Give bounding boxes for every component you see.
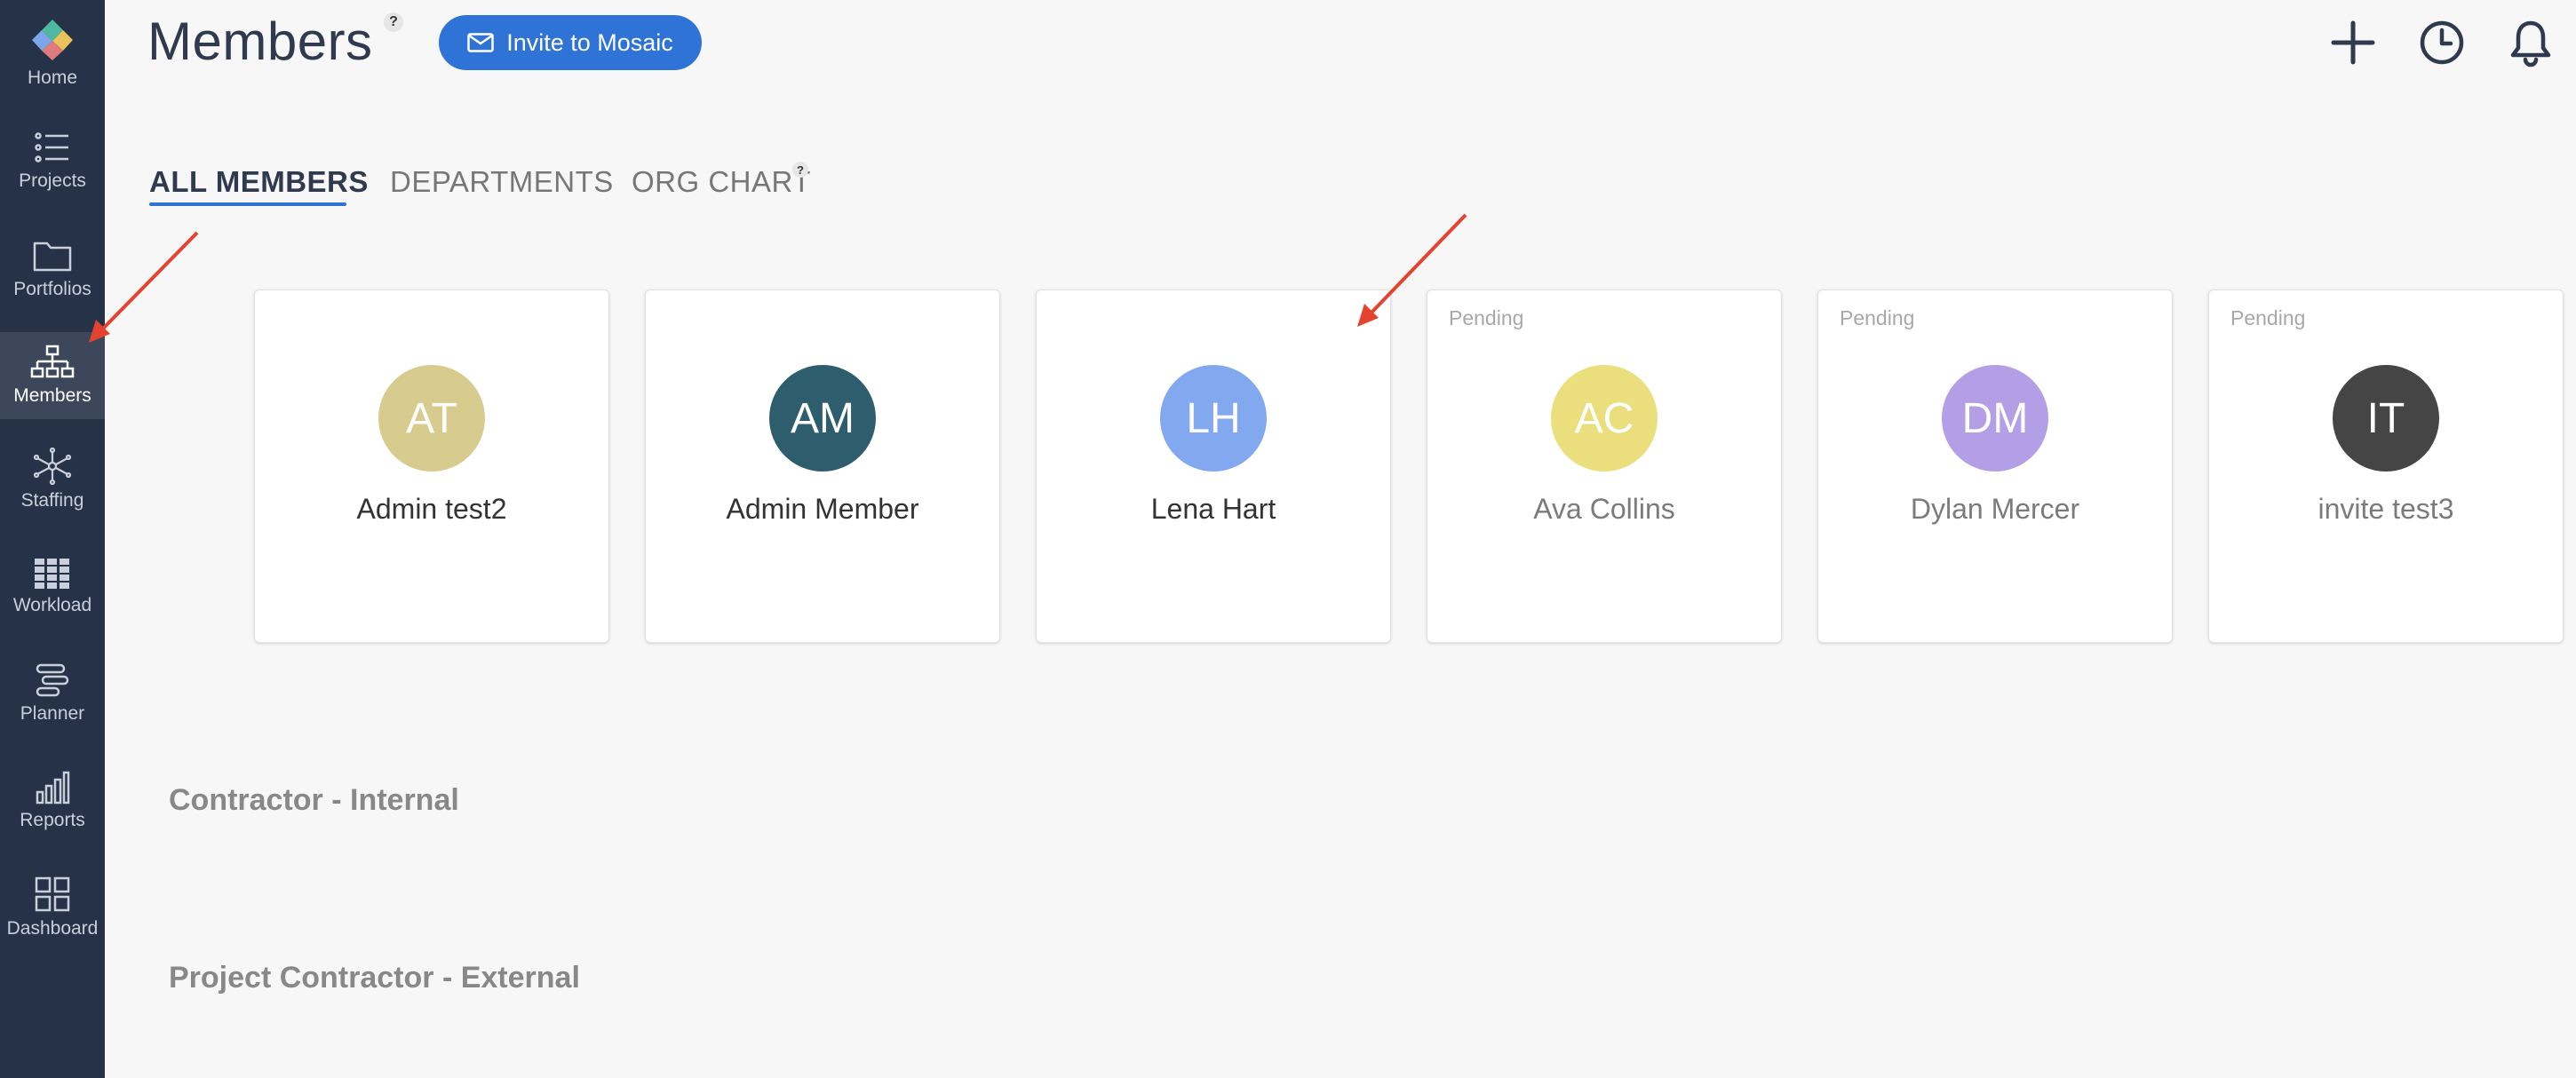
grid-icon bbox=[35, 559, 69, 589]
envelope-icon bbox=[467, 33, 494, 52]
sidebar-item-portfolios[interactable]: Portfolios bbox=[0, 238, 105, 300]
pending-label: Pending bbox=[1840, 306, 1915, 329]
tab-org-chart[interactable]: ORG CHART bbox=[632, 165, 811, 199]
sidebar-item-home[interactable]: Home bbox=[0, 18, 105, 89]
active-tab-indicator bbox=[149, 202, 346, 206]
sidebar-item-label: Reports bbox=[20, 810, 85, 830]
dashboard-icon bbox=[35, 876, 70, 912]
member-name: Dylan Mercer bbox=[1910, 493, 2080, 525]
member-name: Ava Collins bbox=[1533, 493, 1675, 525]
sidebar-item-dashboard[interactable]: Dashboard bbox=[0, 876, 105, 939]
sidebar-item-label: Members bbox=[13, 385, 91, 406]
sidebar-item-label: Workload bbox=[12, 595, 92, 615]
org-chart-icon bbox=[30, 345, 75, 378]
add-icon[interactable] bbox=[2331, 18, 2375, 67]
avatar: DM bbox=[1942, 365, 2048, 472]
mosaic-logo-icon bbox=[32, 20, 73, 60]
member-name: invite test3 bbox=[2318, 493, 2454, 525]
member-card[interactable]: AT Admin test2 bbox=[254, 289, 609, 643]
planner-icon bbox=[36, 663, 69, 697]
tab-departments[interactable]: DEPARTMENTS bbox=[390, 165, 614, 199]
avatar: IT bbox=[2333, 365, 2439, 472]
member-name: Admin Member bbox=[726, 493, 919, 525]
clock-icon[interactable] bbox=[2418, 18, 2466, 67]
avatar: AM bbox=[769, 365, 876, 472]
sidebar-item-label: Staffing bbox=[20, 490, 84, 511]
pending-label: Pending bbox=[1449, 306, 1524, 329]
page-title: Members bbox=[147, 12, 373, 71]
folder-icon bbox=[33, 242, 72, 272]
avatar: AC bbox=[1551, 365, 1658, 472]
member-card[interactable]: Pending DM Dylan Mercer bbox=[1817, 289, 2173, 643]
sidebar-item-label: Projects bbox=[19, 170, 86, 191]
sidebar-item-staffing[interactable]: Staffing bbox=[0, 448, 105, 511]
section-title-contractor-internal: Contractor - Internal bbox=[169, 783, 459, 817]
member-card[interactable]: AM Admin Member bbox=[645, 289, 1000, 643]
member-card[interactable]: Pending AC Ava Collins bbox=[1427, 289, 1782, 643]
annotation-arrow bbox=[89, 231, 199, 343]
org-chart-help-icon[interactable]: ? bbox=[792, 162, 808, 178]
bar-chart-icon bbox=[36, 771, 70, 805]
pending-label: Pending bbox=[2230, 306, 2306, 329]
sidebar-item-label: Portfolios bbox=[13, 279, 91, 299]
sidebar-item-label: Planner bbox=[20, 703, 85, 724]
sidebar-item-projects[interactable]: Projects bbox=[0, 130, 105, 192]
sidebar-item-workload[interactable]: Workload bbox=[0, 558, 105, 616]
bell-icon[interactable] bbox=[2508, 18, 2553, 67]
member-card[interactable]: LH Lena Hart bbox=[1036, 289, 1391, 643]
section-title-project-contractor-external: Project Contractor - External bbox=[169, 961, 580, 995]
network-icon bbox=[33, 448, 72, 485]
sidebar-item-label: Dashboard bbox=[6, 918, 99, 939]
sidebar: Home Projects Portfolios Members Staffin… bbox=[0, 0, 105, 1078]
list-icon bbox=[35, 132, 68, 162]
sidebar-item-label: Home bbox=[27, 67, 78, 88]
invite-to-mosaic-button[interactable]: Invite to Mosaic bbox=[439, 15, 702, 70]
member-name: Lena Hart bbox=[1150, 493, 1276, 525]
sidebar-item-planner[interactable]: Planner bbox=[0, 662, 105, 725]
tab-all-members[interactable]: ALL MEMBERS bbox=[149, 165, 369, 199]
avatar: LH bbox=[1160, 365, 1267, 472]
member-card[interactable]: Pending IT invite test3 bbox=[2208, 289, 2564, 643]
invite-button-label: Invite to Mosaic bbox=[506, 28, 673, 56]
help-icon[interactable]: ? bbox=[384, 12, 403, 32]
sidebar-item-members[interactable]: Members bbox=[0, 332, 105, 419]
member-name: Admin test2 bbox=[356, 493, 507, 525]
sidebar-item-reports[interactable]: Reports bbox=[0, 771, 105, 831]
avatar: AT bbox=[378, 365, 485, 472]
